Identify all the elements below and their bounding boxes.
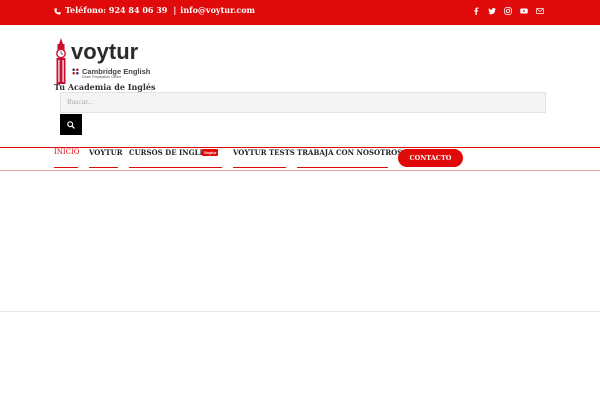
search-button[interactable]	[60, 114, 82, 135]
contact-separator: |	[173, 5, 177, 15]
phone-icon	[54, 7, 61, 15]
nav-underline	[233, 167, 286, 168]
site-logo[interactable]: voytur Cambridge English Exam Preparatio…	[54, 38, 150, 84]
nav-item-label: TRABAJA CON NOSOTROS	[297, 148, 403, 157]
youtube-icon[interactable]	[516, 6, 532, 18]
nav-item-label: INICIO	[54, 148, 80, 156]
brand-name: voytur	[71, 39, 139, 64]
search-icon	[67, 120, 75, 129]
search-input[interactable]	[60, 92, 546, 113]
nav-active-underline	[54, 167, 78, 168]
nav-item-label: VOYTUR	[89, 148, 123, 157]
phone-text[interactable]: Teléfono: 924 84 06 39	[65, 5, 167, 15]
instagram-icon[interactable]	[500, 6, 516, 18]
nav-item-label: VOYTUR TESTS	[233, 148, 295, 157]
facebook-icon[interactable]	[468, 6, 484, 18]
mail-icon[interactable]	[532, 6, 548, 18]
nav-underline	[297, 167, 388, 168]
cambridge-sublabel: Exam Preparation Centre	[82, 75, 122, 79]
top-bar: Teléfono: 924 84 06 39 | info@voytur.com	[0, 0, 600, 25]
cambridge-shield-icon	[72, 67, 79, 75]
twitter-icon[interactable]	[484, 6, 500, 18]
nav-badge: Voytur	[202, 149, 219, 156]
nav-item-label: CURSOS DE INGLES	[129, 148, 210, 157]
clock-tower-icon	[56, 38, 66, 84]
site-tagline: Tu Academia de Inglés	[54, 82, 156, 92]
contact-info: Teléfono: 924 84 06 39 | info@voytur.com	[54, 5, 255, 15]
social-links	[468, 6, 548, 18]
nav-bottom-border	[0, 170, 600, 171]
nav-underline	[89, 167, 118, 168]
contact-button[interactable]: CONTACTO	[398, 149, 463, 167]
content-divider	[0, 311, 600, 312]
nav-underline	[129, 167, 222, 168]
email-link[interactable]: info@voytur.com	[180, 5, 255, 15]
